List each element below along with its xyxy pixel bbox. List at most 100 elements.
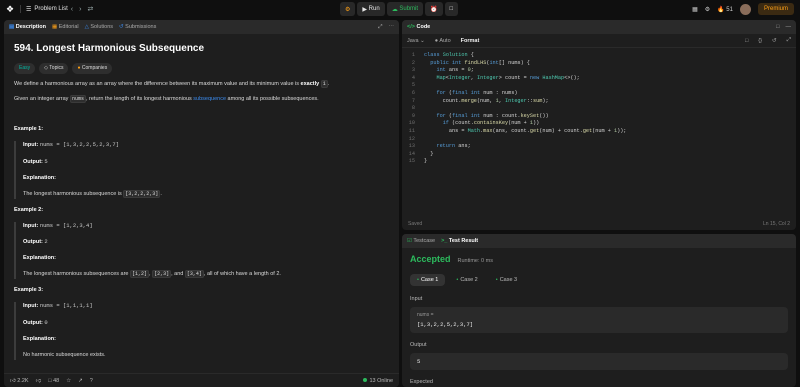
- next-problem-icon[interactable]: ›: [76, 6, 84, 13]
- star-icon[interactable]: ☆: [66, 378, 71, 384]
- test-result-panel: ☑ Testcase >_ Test Result Accepted Runti…: [402, 234, 796, 387]
- code-line[interactable]: 13 return ans;: [402, 143, 796, 151]
- code-line[interactable]: 2 public int findLHS(int[] nums) {: [402, 60, 796, 68]
- format-button[interactable]: Format: [461, 38, 480, 44]
- code-line[interactable]: 3 int ans = 0;: [402, 67, 796, 75]
- definition-end: .: [327, 80, 330, 87]
- explanation-text: The longest harmonious subsequence is [3…: [23, 189, 389, 199]
- bookmark-icon[interactable]: □: [745, 38, 748, 44]
- line-number: 5: [411, 82, 415, 89]
- thumbs-up-icon: 👍︎: [10, 377, 16, 384]
- case-label: Case 1: [420, 277, 439, 283]
- doc-icon: ▤: [9, 24, 15, 30]
- inline-code: [3,2,2,2,3]: [123, 189, 161, 198]
- tab-solutions[interactable]: △ Solutions: [85, 24, 113, 30]
- premium-button[interactable]: Premium: [757, 3, 794, 15]
- debug-button[interactable]: ⚙: [340, 2, 356, 16]
- tab-editorial[interactable]: ▦ Editorial: [52, 24, 79, 30]
- page-title: 594. Longest Harmonious Subsequence: [14, 43, 205, 54]
- language-select[interactable]: Java ⌄: [407, 38, 425, 44]
- language-label: Java: [407, 37, 419, 44]
- difficulty-badge[interactable]: Easy: [14, 62, 36, 74]
- terminal-icon: >_: [441, 238, 448, 244]
- explanation-part: , and: [171, 271, 185, 278]
- help-icon[interactable]: ?: [90, 378, 93, 384]
- auto-toggle[interactable]: ● Auto: [435, 38, 451, 44]
- task-text: Given an integer array nums, return the …: [14, 94, 389, 104]
- pass-dot-icon: •: [456, 277, 459, 283]
- problem-list-button[interactable]: ☰ Problem List: [26, 6, 68, 13]
- tab-test-result-label: Test Result: [448, 238, 479, 244]
- code-line[interactable]: 7 count.merge(num, 1, Integer::sum);: [402, 98, 796, 106]
- bug-icon: ⚙: [345, 6, 351, 13]
- example-2: Example 2: Input: nums = [1,2,3,4] Outpu…: [14, 207, 389, 280]
- code-text: public int findLHS(int[] nums) {: [430, 59, 530, 66]
- subsequence-link[interactable]: subsequence: [193, 96, 226, 102]
- topics-tag[interactable]: ◇ Topics: [39, 62, 69, 74]
- history-icon: ↺: [119, 24, 124, 30]
- code-line[interactable]: 4 Map<Integer, Integer> count = new Hash…: [402, 75, 796, 83]
- fullscreen-icon[interactable]: ⤢: [787, 37, 791, 44]
- definition-emphasis: exactly: [300, 80, 320, 87]
- code-line[interactable]: 15}: [402, 158, 796, 166]
- code-line[interactable]: 10 if (count.containsKey(num + 1)): [402, 120, 796, 128]
- shuffle-icon[interactable]: ⇄: [84, 5, 96, 13]
- avatar[interactable]: [739, 3, 751, 15]
- timer-button[interactable]: ⏰: [425, 2, 443, 16]
- submit-button[interactable]: ☁ Submit: [386, 2, 424, 16]
- reset-icon[interactable]: ↺: [772, 38, 777, 44]
- code-line[interactable]: 9 for (final int num : count.keySet()): [402, 113, 796, 121]
- tab-description[interactable]: ▤ Description: [9, 24, 46, 30]
- tab-testcase[interactable]: ☑ Testcase: [407, 238, 435, 244]
- minimize-icon[interactable]: —: [786, 24, 792, 30]
- input-box: nums = [1,3,2,2,5,2,3,7]: [410, 307, 788, 333]
- like-button[interactable]: 👍︎ 2.2K: [10, 378, 29, 384]
- input-value: nums = [1,2,3,4]: [39, 221, 93, 229]
- tab-code[interactable]: </> Code: [407, 24, 430, 30]
- layout-icon[interactable]: ▦: [692, 6, 698, 13]
- runtime: Runtime: 0 ms: [457, 258, 493, 264]
- case-tab-3[interactable]: • Case 3: [489, 274, 524, 286]
- pass-dot-icon: •: [417, 277, 419, 283]
- online-label: 13 Online: [369, 377, 393, 384]
- tab-test-result[interactable]: >_ Test Result: [441, 238, 478, 244]
- case-tab-2[interactable]: • Case 2: [449, 274, 484, 286]
- code-line[interactable]: 12: [402, 136, 796, 144]
- companies-tag[interactable]: ● Companies: [72, 62, 113, 74]
- explanation-text: The longest harmonious subsequences are …: [23, 270, 389, 279]
- explanation-label: Explanation:: [23, 336, 57, 343]
- dislike-icon[interactable]: 👎︎: [36, 378, 42, 384]
- code-line[interactable]: 1 class Solution {: [402, 52, 796, 60]
- code-text: Map<Integer, Integer> count = new HashMa…: [436, 74, 580, 81]
- streak-counter[interactable]: 🔥 51: [717, 6, 733, 13]
- leetcode-logo-icon[interactable]: ❖: [6, 4, 15, 14]
- notes-button[interactable]: □: [444, 2, 459, 16]
- code-line[interactable]: 14 }: [402, 151, 796, 159]
- line-number: 3: [411, 67, 415, 74]
- book-icon: ▦: [52, 24, 58, 30]
- code-editor[interactable]: 1 class Solution {2 public int findLHS(in…: [402, 48, 796, 166]
- code-line[interactable]: 5: [402, 82, 796, 90]
- collapse-icon[interactable]: ⋯: [389, 24, 395, 30]
- input-label: Input:: [23, 303, 39, 310]
- code-brackets-icon: </>: [407, 24, 415, 30]
- expand-icon[interactable]: ⤢: [378, 24, 382, 31]
- code-line[interactable]: 6 for (final int num : nums): [402, 90, 796, 98]
- braces-icon[interactable]: {}: [758, 38, 762, 44]
- tab-submissions[interactable]: ↺ Submissions: [119, 24, 156, 30]
- share-icon[interactable]: ↗: [78, 378, 83, 384]
- comments-button[interactable]: □ 48: [48, 378, 59, 384]
- run-button[interactable]: ▶ Run: [357, 2, 385, 16]
- settings-gear-icon[interactable]: ⚙: [705, 6, 710, 13]
- output-label: Output:: [23, 239, 43, 246]
- maximize-icon[interactable]: □: [776, 24, 779, 30]
- alarm-icon: ⏰: [430, 6, 438, 13]
- code-line[interactable]: 8: [402, 105, 796, 113]
- code-line[interactable]: 11 ans = Math.max(ans, count.get(num) + …: [402, 128, 796, 136]
- line-number: 7: [411, 97, 415, 104]
- output-label: Output:: [23, 158, 43, 165]
- tab-editorial-label: Editorial: [58, 24, 79, 30]
- case-tab-1[interactable]: • Case 1: [410, 274, 446, 286]
- list-icon: ☰: [26, 6, 32, 13]
- prev-problem-icon[interactable]: ‹: [68, 6, 76, 13]
